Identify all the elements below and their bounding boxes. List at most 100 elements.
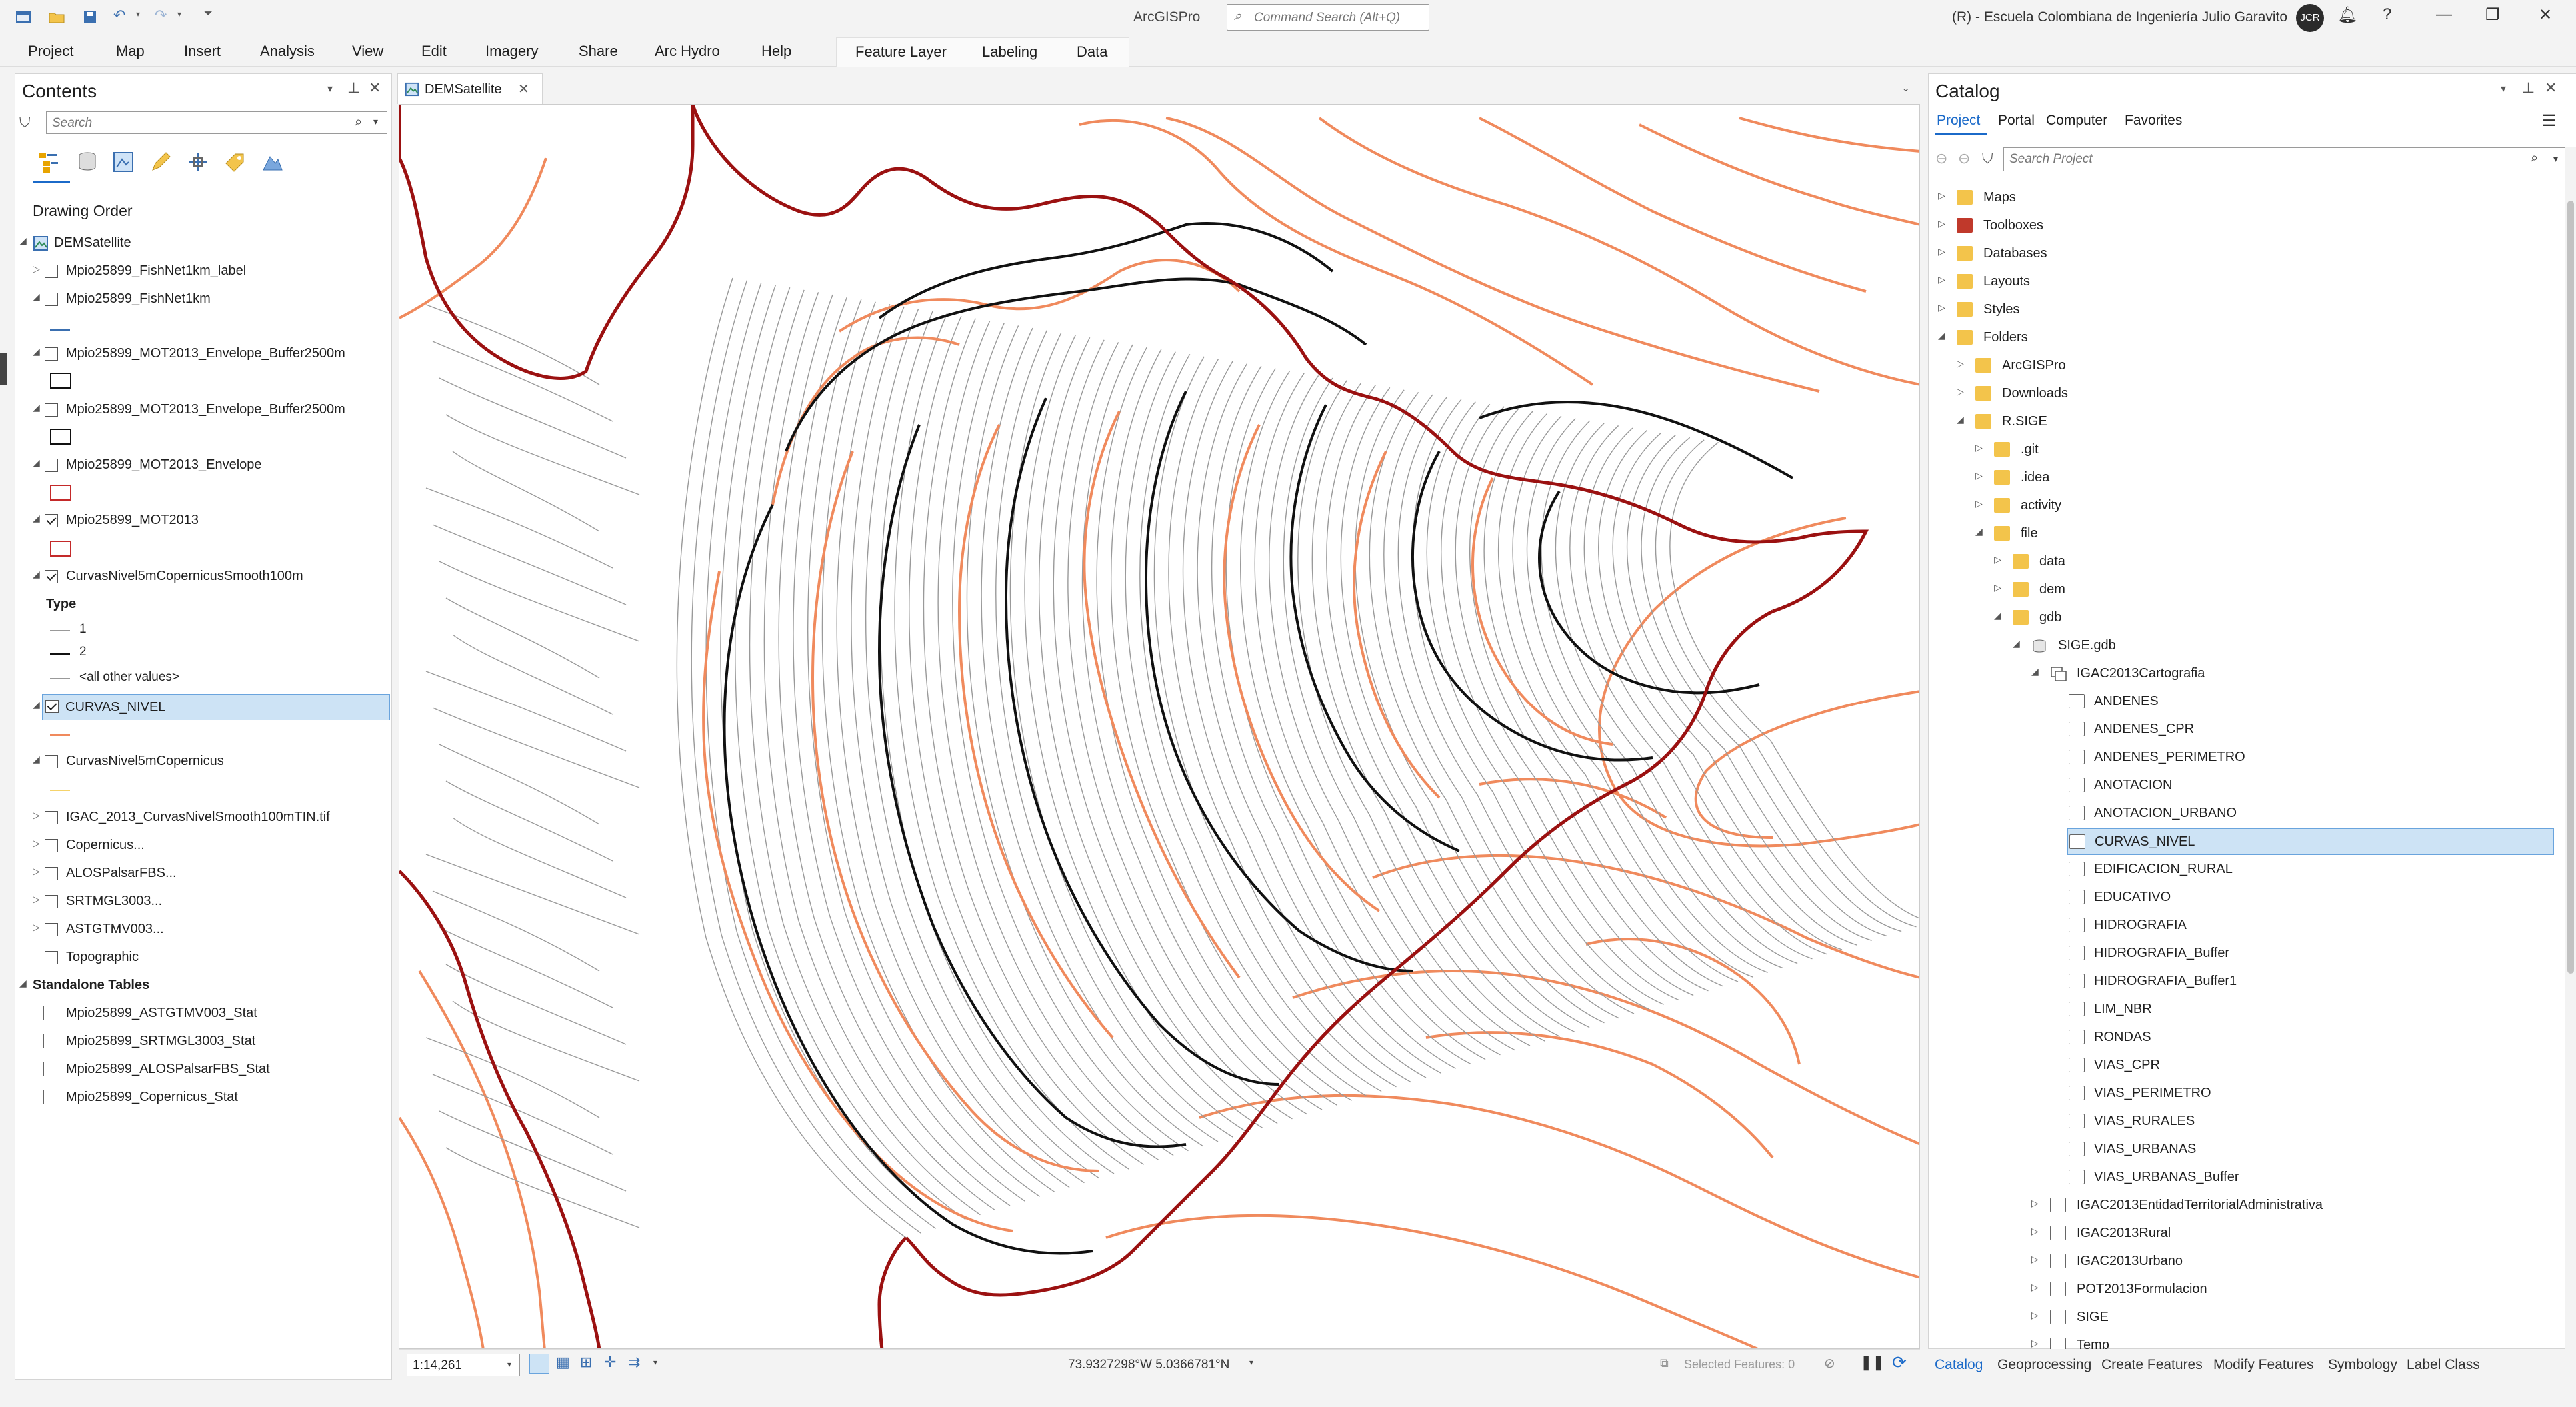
folder-item[interactable]: ▷ .git xyxy=(1929,437,2555,463)
pane-menu-icon[interactable]: ▾ xyxy=(2501,82,2506,95)
tab-feature-layer[interactable]: Feature Layer xyxy=(855,43,947,61)
collapsed-caret-icon[interactable]: ▷ xyxy=(1994,582,2001,593)
collapsed-caret-icon[interactable]: ▷ xyxy=(1938,190,1945,201)
expand-caret-icon[interactable]: ◢ xyxy=(19,978,27,989)
catalog-item-styles[interactable]: ▷ Styles xyxy=(1929,297,2555,323)
save-icon[interactable] xyxy=(81,9,99,24)
tab-geoprocessing[interactable]: Geoprocessing xyxy=(1997,1357,2091,1373)
layer-row[interactable]: ▷ Copernicus... xyxy=(15,832,389,859)
tab-project[interactable]: Project xyxy=(1937,113,1980,129)
collapsed-caret-icon[interactable]: ▷ xyxy=(33,838,40,849)
forward-icon[interactable]: ⊖ xyxy=(1958,150,1970,167)
tab-create-features[interactable]: Create Features xyxy=(2101,1357,2203,1373)
expand-caret-icon[interactable]: ◢ xyxy=(33,402,40,413)
line-symbol[interactable] xyxy=(50,790,70,791)
folder-item[interactable]: ▷ activity xyxy=(1929,493,2555,519)
collapsed-caret-icon[interactable]: ▷ xyxy=(1938,246,1945,257)
expand-caret-icon[interactable]: ◢ xyxy=(33,346,40,357)
collapsed-caret-icon[interactable]: ▷ xyxy=(33,894,40,905)
folder-item[interactable]: ◢ gdb xyxy=(1929,605,2555,631)
table-row[interactable]: Mpio25899_ASTGTMV003_Stat xyxy=(15,1000,389,1027)
fixed-zoom-icon[interactable] xyxy=(529,1354,549,1374)
line-symbol[interactable] xyxy=(50,630,70,631)
tab-favorites[interactable]: Favorites xyxy=(2125,113,2182,129)
command-search-input[interactable]: ⌕ Command Search (Alt+Q) xyxy=(1227,4,1429,31)
pause-drawing-icon[interactable]: ❚❚ xyxy=(1860,1354,1885,1371)
tab-data[interactable]: Data xyxy=(1077,43,1107,61)
list-by-drawing-order-icon[interactable] xyxy=(35,149,62,175)
layer-visibility-checkbox[interactable] xyxy=(45,867,58,880)
tab-label-class[interactable]: Label Class xyxy=(2407,1357,2480,1373)
layer-row[interactable]: ▷ IGAC_2013_CurvasNivelSmooth100mTIN.tif xyxy=(15,804,389,831)
help-icon[interactable]: ? xyxy=(2383,5,2391,24)
expand-caret-icon[interactable]: ◢ xyxy=(33,754,40,765)
notifications-icon[interactable]: 🔔︎ xyxy=(2337,5,2357,25)
folder-item[interactable]: ▷ dem xyxy=(1929,577,2555,603)
feature-class-item[interactable]: HIDROGRAFIA xyxy=(1929,912,2555,939)
pin-icon[interactable]: ⊥ xyxy=(347,79,360,97)
layer-visibility-checkbox[interactable] xyxy=(45,403,58,417)
layer-visibility-checkbox[interactable] xyxy=(45,570,58,583)
chevron-down-icon[interactable]: ▾ xyxy=(373,116,378,127)
catalog-item-databases[interactable]: ▷ Databases xyxy=(1929,241,2555,267)
map-canvas[interactable] xyxy=(399,104,1920,1349)
folder-item[interactable]: ▷ data xyxy=(1929,549,2555,575)
feature-class-item[interactable]: EDUCATIVO xyxy=(1929,884,2555,911)
undo-dropdown-icon[interactable]: ▾ xyxy=(136,9,140,19)
folder-item[interactable]: ▷ Downloads xyxy=(1929,381,2555,407)
chevron-down-icon[interactable]: ▾ xyxy=(653,1358,657,1367)
map-node[interactable]: ◢ DEMSatellite xyxy=(15,230,389,257)
catalog-item-toolboxes[interactable]: ▷ Toolboxes xyxy=(1929,213,2555,239)
expand-caret-icon[interactable]: ◢ xyxy=(33,699,40,710)
standalone-tables-node[interactable]: ◢ Standalone Tables xyxy=(15,972,389,999)
folder-item[interactable]: ◢ file xyxy=(1929,521,2555,547)
list-by-source-icon[interactable] xyxy=(75,150,99,174)
list-by-selection-icon[interactable] xyxy=(111,150,135,174)
feature-class-item[interactable]: ANOTACION_URBANO xyxy=(1929,800,2555,827)
feature-class-item[interactable]: ANDENES_PERIMETRO xyxy=(1929,744,2555,771)
customize-toolbar-icon[interactable]: ⏷ xyxy=(204,8,213,20)
geodatabase-item[interactable]: ◢ SIGE.gdb xyxy=(1929,633,2555,659)
tab-help[interactable]: Help xyxy=(761,43,791,60)
expand-caret-icon[interactable]: ◢ xyxy=(2031,666,2039,677)
feature-class-item[interactable]: ANOTACION xyxy=(1929,772,2555,799)
layer-visibility-checkbox[interactable] xyxy=(45,951,58,964)
layer-row[interactable]: ◢ Mpio25899_FishNet1km xyxy=(15,286,389,313)
layer-visibility-checkbox[interactable] xyxy=(45,895,58,908)
collapsed-caret-icon[interactable]: ▷ xyxy=(33,866,40,877)
table-row[interactable]: Mpio25899_ALOSPalsarFBS_Stat xyxy=(15,1056,389,1083)
chevron-down-icon[interactable]: ▾ xyxy=(507,1360,511,1369)
scale-selector[interactable]: 1:14,261 ▾ xyxy=(407,1354,520,1376)
folder-item[interactable]: ▷ ArcGISPro xyxy=(1929,353,2555,379)
collapsed-caret-icon[interactable]: ▷ xyxy=(2031,1282,2039,1293)
tab-modify-features[interactable]: Modify Features xyxy=(2213,1357,2314,1373)
new-project-icon[interactable] xyxy=(15,9,32,24)
collapsed-caret-icon[interactable]: ▷ xyxy=(33,810,40,821)
table-row[interactable]: Mpio25899_SRTMGL3003_Stat xyxy=(15,1028,389,1055)
expand-caret-icon[interactable]: ◢ xyxy=(1938,330,1945,341)
close-pane-icon[interactable]: ✕ xyxy=(369,79,381,97)
list-by-snapping-icon[interactable] xyxy=(186,150,210,174)
tab-portal[interactable]: Portal xyxy=(1998,113,2035,129)
collapsed-caret-icon[interactable]: ▷ xyxy=(1994,554,2001,565)
expand-caret-icon[interactable]: ◢ xyxy=(1994,610,2001,621)
feature-dataset-item[interactable]: ▷ IGAC2013EntidadTerritorialAdministrativ… xyxy=(1929,1192,2555,1219)
tab-analysis[interactable]: Analysis xyxy=(260,43,315,60)
undo-icon[interactable]: ↶ xyxy=(113,7,125,24)
polygon-symbol[interactable] xyxy=(50,373,71,389)
table-row[interactable]: Mpio25899_Copernicus_Stat xyxy=(15,1084,389,1111)
feature-class-item[interactable]: EDIFICACION_RURAL xyxy=(1929,856,2555,883)
redo-dropdown-icon[interactable]: ▾ xyxy=(177,9,181,19)
expand-caret-icon[interactable]: ◢ xyxy=(19,235,27,247)
pin-icon[interactable]: ⊥ xyxy=(2522,79,2535,97)
layer-row[interactable]: ▷ ASTGTMV003... xyxy=(15,916,389,943)
feature-class-item[interactable]: HIDROGRAFIA_Buffer1 xyxy=(1929,968,2555,995)
tab-list-chevron-icon[interactable]: ⌄ xyxy=(1901,81,1910,95)
feature-dataset-item[interactable]: ◢ IGAC2013Cartografia xyxy=(1929,661,2555,687)
collapsed-caret-icon[interactable]: ▷ xyxy=(1975,470,1983,481)
filter-icon[interactable]: ⛉ xyxy=(19,114,31,131)
feature-class-item[interactable]: CURVAS_NIVEL xyxy=(2067,828,2554,855)
open-project-icon[interactable] xyxy=(48,9,65,24)
hamburger-menu-icon[interactable]: ☰ xyxy=(2542,111,2557,131)
layer-visibility-checkbox[interactable] xyxy=(45,839,58,852)
